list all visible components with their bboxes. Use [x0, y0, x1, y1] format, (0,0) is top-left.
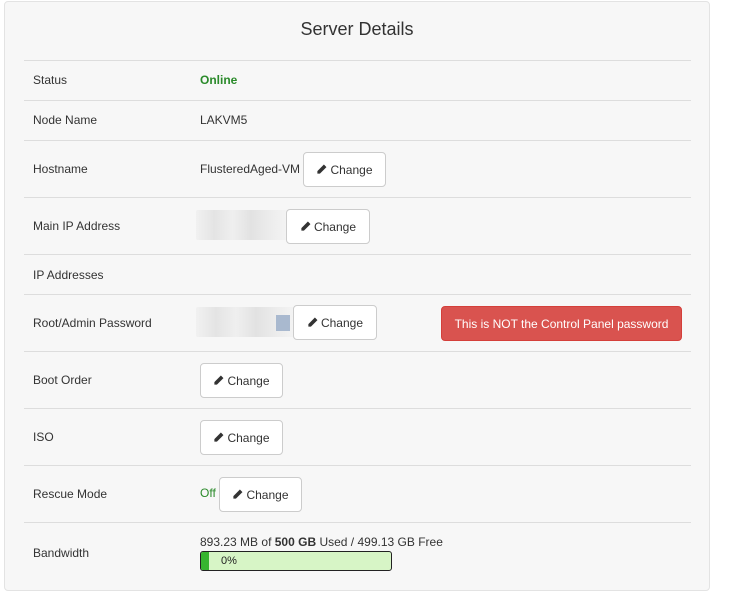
- change-label: Change: [320, 315, 364, 330]
- change-label: Change: [246, 487, 289, 502]
- row-ip-addresses: IP Addresses: [24, 254, 691, 294]
- row-rescue-mode: Rescue Mode Off Change: [24, 465, 691, 522]
- change-label: Change: [227, 373, 270, 388]
- status-label: Status: [33, 73, 68, 87]
- bandwidth-label: Bandwidth: [33, 546, 90, 560]
- bandwidth-used-word: Used /: [319, 535, 355, 549]
- change-label: Change: [313, 219, 357, 234]
- boot-order-change-button[interactable]: Change: [200, 363, 283, 398]
- panel-title: Server Details: [300, 19, 414, 39]
- iso-label: ISO: [33, 430, 54, 444]
- row-node-name: Node Name LAKVM5: [24, 100, 691, 140]
- rescue-mode-label: Rescue Mode: [33, 487, 108, 501]
- row-status: Status Online: [24, 60, 691, 100]
- status-value: Online: [200, 73, 238, 87]
- server-details-panel: Server Details Status Online Node Name L…: [4, 1, 710, 591]
- rescue-mode-value: Off: [200, 486, 216, 500]
- bandwidth-progress-fill: [201, 552, 209, 570]
- row-iso: ISO Change: [24, 408, 691, 465]
- ip-addresses-label: IP Addresses: [33, 268, 104, 282]
- bandwidth-total: 500 GB: [274, 535, 317, 549]
- node-name-value: LAKVM5: [200, 113, 248, 127]
- main-ip-change-button[interactable]: Change: [286, 209, 370, 244]
- bandwidth-free: 499.13 GB Free: [357, 535, 443, 549]
- row-main-ip: Main IP Address Change: [24, 197, 691, 254]
- row-root-password: Root/Admin Password Change This is NOT t…: [24, 294, 691, 351]
- redacted-fragment: [276, 315, 290, 331]
- pencil-icon: [308, 317, 318, 327]
- boot-order-label: Boot Order: [33, 373, 92, 387]
- root-password-label: Root/Admin Password: [33, 316, 152, 330]
- bandwidth-used: 893.23 MB: [200, 535, 259, 549]
- iso-change-button[interactable]: Change: [200, 420, 283, 455]
- pencil-icon: [214, 432, 224, 442]
- change-label: Change: [330, 162, 373, 177]
- bandwidth-percent: 0%: [221, 555, 237, 567]
- pencil-icon: [233, 489, 243, 499]
- root-password-change-button[interactable]: Change: [293, 305, 377, 340]
- hostname-label: Hostname: [33, 162, 88, 176]
- row-bandwidth: Bandwidth 893.23 MB of 500 GB Used / 499…: [24, 522, 691, 592]
- main-ip-label: Main IP Address: [33, 219, 121, 233]
- pencil-icon: [214, 375, 224, 385]
- bandwidth-progress-bar: 0%: [200, 551, 392, 571]
- hostname-change-button[interactable]: Change: [303, 152, 386, 187]
- pencil-icon: [317, 164, 327, 174]
- change-label: Change: [227, 430, 270, 445]
- node-name-label: Node Name: [33, 113, 98, 127]
- pencil-icon: [301, 221, 311, 231]
- row-boot-order: Boot Order Change: [24, 351, 691, 408]
- bandwidth-of: of: [261, 535, 272, 549]
- bandwidth-usage-text: 893.23 MB of 500 GB Used / 499.13 GB Fre…: [200, 535, 443, 549]
- control-panel-password-warning: This is NOT the Control Panel password: [441, 306, 682, 341]
- rescue-mode-change-button[interactable]: Change: [219, 477, 302, 512]
- hostname-value: FlusteredAged-VM: [200, 162, 301, 176]
- row-hostname: Hostname FlusteredAged-VM Change: [24, 140, 691, 197]
- main-ip-redacted: [196, 210, 288, 240]
